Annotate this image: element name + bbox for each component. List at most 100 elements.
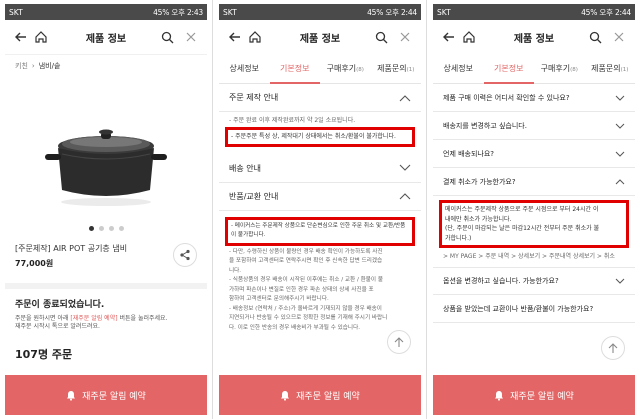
product-name: [주문제작] AIR POT 공기층 냄비 [15,244,128,253]
arrow-up-icon [394,336,404,347]
faq-question[interactable]: 옵션을 변경하고 싶습니다. 가능한가요? [433,267,635,296]
phone-screen-product: SKT 45% 오후 2:43 제품 정보 키친 › 냄비/솥 [주문제작] A… [5,4,207,415]
status-time: 45% 오후 2:43 [153,7,203,17]
chevron-up-icon [615,178,625,184]
search-icon[interactable] [585,27,605,47]
breadcrumb-item[interactable]: 냄비/솥 [39,61,61,71]
tab-label: 상세정보 [443,63,473,73]
tab-basic-info[interactable]: 기본정보 [483,54,534,84]
reorder-alarm-label: 재주문 알림 예약 [296,391,360,402]
reorder-alarm-button[interactable]: 재주문 알림 예약 [433,375,635,415]
close-icon[interactable] [181,27,201,47]
info-line: 함하여 고객센터로 문의해주시기 바랍니다. [229,296,329,303]
faq-question-text: 결제 취소가 가능한가요? [443,177,516,186]
home-icon[interactable] [245,27,265,47]
scroll-top-button[interactable] [387,330,411,354]
app-header: 제품 정보 [5,20,207,54]
search-icon[interactable] [371,27,391,47]
answer-line: (단, 주문이 마감되는 날은 마감12시간 전부터 주문 취소가 불 [445,225,600,233]
app-header: 제품 정보 [433,20,635,54]
share-icon [180,249,190,261]
carousel-dot[interactable] [118,226,124,231]
info-line: - 배송정보 (연락처 / 주소)가 올바르게 기재되지 않을 경우 배송이 [229,305,382,312]
scroll-top-button[interactable] [601,336,625,360]
back-arrow-icon[interactable] [439,27,459,47]
reorder-alarm-button[interactable]: 재주문 알림 예약 [5,375,207,415]
tab-label: 기본정보 [280,63,310,73]
tab-label: 기본정보 [494,63,524,73]
desc-text: 주문을 원하시면 아래 [15,315,69,322]
accordion-order-info[interactable]: 주문 제작 안내 [219,84,421,112]
carousel-dot[interactable] [108,226,114,231]
breadcrumb-item[interactable]: 키친 [15,61,28,71]
product-info: [주문제작] AIR POT 공기층 냄비 77,000원 [5,237,207,277]
close-icon[interactable] [609,27,629,47]
faq-question-expanded[interactable]: 결제 취소가 가능한가요? [433,168,635,196]
reorder-alarm-button[interactable]: 재주문 알림 예약 [219,375,421,415]
reorder-alarm-label: 재주문 알림 예약 [510,391,574,402]
home-icon[interactable] [459,27,479,47]
desc-text: 재주문 시작시 톡으로 알려드려요. [15,323,100,331]
tab-bar: 상세정보 기본정보 구매후기(8) 제품문의(1) [219,54,421,84]
faq-question[interactable]: 상품을 받았는데 교환이나 반품/환불이 가능한가요? [433,295,635,324]
carousel-dot[interactable] [98,226,104,231]
accordion-shipping-info[interactable]: 배송 안내 [219,155,421,183]
back-arrow-icon[interactable] [225,27,245,47]
back-arrow-icon[interactable] [11,27,31,47]
tab-count: (1) [406,66,415,73]
answer-line: 가합니다.) [445,234,472,242]
faq-question[interactable]: 배송지를 변경하고 싶습니다. [433,112,635,140]
phone-screen-basic-info: SKT 45% 오후 2:44 제품 정보 상세정보 기본정보 구매후기(8) … [219,4,421,415]
info-line: - 주문 완료 이후 제작완료까지 약 2일 소요됩니다. [229,117,356,124]
tab-reviews[interactable]: 구매후기(8) [534,54,585,84]
carousel-dot[interactable] [88,226,94,231]
order-end-desc: 주문을 원하시면 아래 [재주문 알림 예약] 버튼을 눌러주세요. 재주문 시… [15,315,197,332]
faq-answer: 메이커스는 주문제작 상품으로 주문 시점으로 부터 24시간 이 내에만 취소… [433,200,635,267]
chevron-down-icon [615,95,625,101]
faq-question[interactable]: 제품 구매 이력은 어디서 확인할 수 있나요? [433,84,635,112]
home-icon[interactable] [31,27,51,47]
info-line: 가하며 파손이나 변질로 인한 경우 파손 상태의 상세 사진을 포 [229,286,374,293]
accordion-title: 주문 제작 안내 [229,93,279,102]
tab-inquiry[interactable]: 제품문의(1) [585,54,636,84]
faq-question-text: 배송지를 변경하고 싶습니다. [443,121,527,130]
phone-screen-faq: SKT 45% 오후 2:44 제품 정보 상세정보 기본정보 구매후기(8) … [433,4,635,415]
tab-label: 구매후기 [540,63,571,73]
info-line: 을 포함하여 고객센터로 연락주시면 확인 후 신속한 답변 드리겠습 [229,258,383,265]
search-icon[interactable] [157,27,177,47]
reorder-alarm-label: 재주문 알림 예약 [82,391,146,402]
carrier-label: SKT [9,7,23,17]
status-bar: SKT 45% 오후 2:44 [433,4,635,20]
breadcrumb: 키친 › 냄비/솥 [5,54,207,77]
faq-question[interactable]: 언제 배송되나요? [433,140,635,168]
product-image-carousel[interactable] [5,77,207,237]
share-button[interactable] [173,243,197,267]
tab-label: 제품문의 [591,63,621,73]
tab-detail[interactable]: 상세정보 [219,54,270,84]
panel-divider [426,0,427,419]
info-line: - 다만, 수령하신 상품이 불량인 경우 배송 확인이 가능하도록 사진 [229,248,383,255]
status-bar: SKT 45% 오후 2:44 [219,4,421,20]
desc-text: 버튼을 눌러주세요. [119,315,168,322]
tab-label: 구매후기 [326,63,357,73]
chevron-right-icon: › [31,62,35,70]
tab-inquiry[interactable]: 제품문의(1) [371,54,422,84]
pot-image [45,129,167,206]
tab-count: (8) [356,66,364,73]
accordion-return-info[interactable]: 반품/교환 안내 [219,183,421,211]
status-time: 45% 오후 2:44 [367,7,417,17]
tab-basic-info[interactable]: 기본정보 [269,54,320,84]
close-icon[interactable] [395,27,415,47]
chevron-down-icon [399,164,411,171]
chevron-down-icon [615,151,625,157]
answer-line: 내에만 취소가 가능합니다. [445,215,512,223]
tab-detail[interactable]: 상세정보 [433,54,484,84]
accordion-title: 반품/교환 안내 [229,191,279,201]
status-bar: SKT 45% 오후 2:43 [5,4,207,20]
tab-label: 제품문의 [377,63,407,73]
accordion-body: - 메이커스는 주문제작 상품으로 단순변심으로 인한 주문 취소 및 교환/반… [219,211,421,340]
tab-reviews[interactable]: 구매후기(8) [320,54,371,84]
info-line: - 식품상품의 경우 배송이 시작된 이후에는 취소 / 교환 / 환불이 불 [229,277,384,284]
highlighted-answer: 메이커스는 주문제작 상품으로 주문 시점으로 부터 24시간 이 내에만 취소… [439,200,629,249]
bell-icon [67,390,76,401]
